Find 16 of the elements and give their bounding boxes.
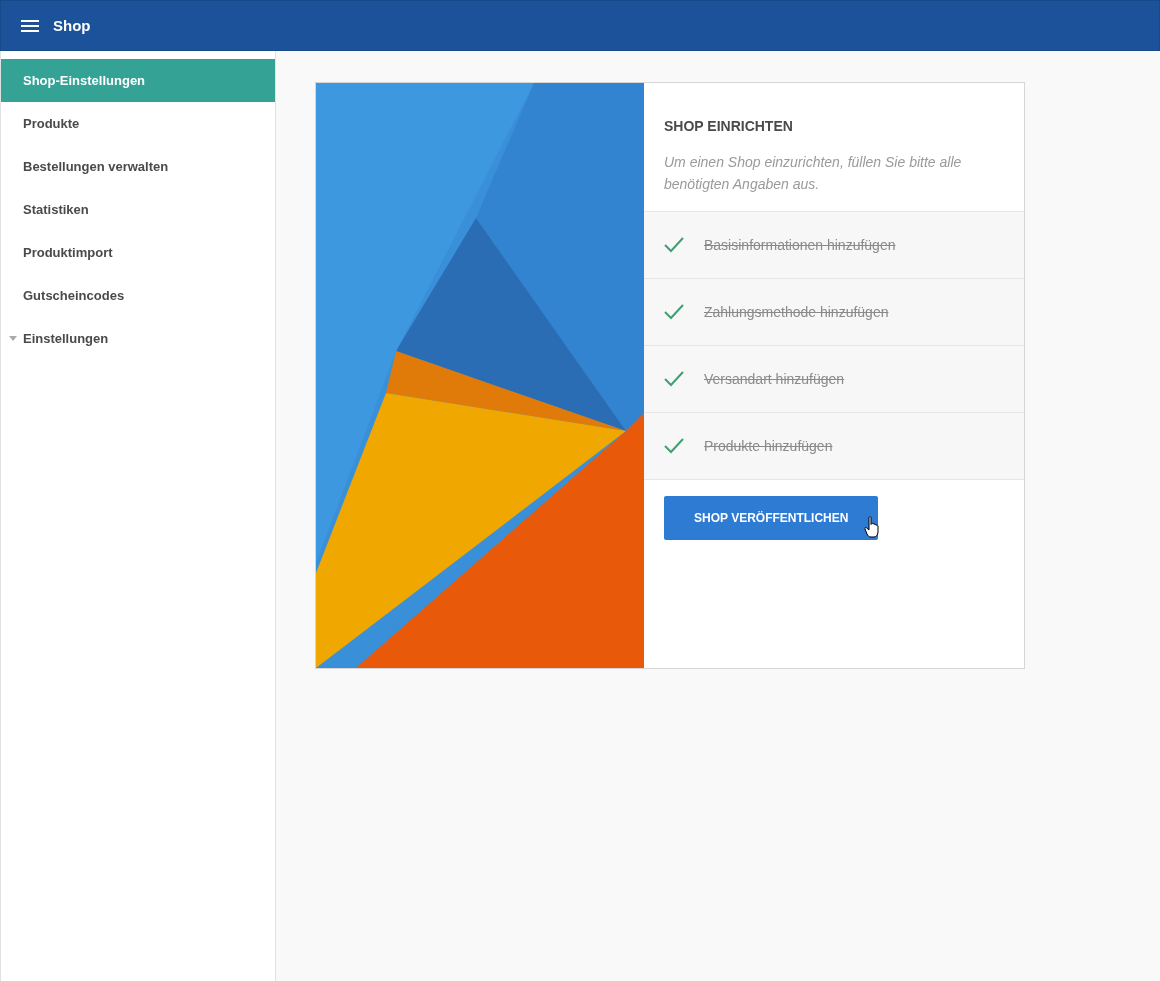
sidebar-item[interactable]: Einstellungen xyxy=(1,317,275,360)
menu-icon[interactable] xyxy=(21,18,39,33)
publish-button[interactable]: SHOP VERÖFFENTLICHEN xyxy=(664,496,879,540)
app-title: Shop xyxy=(53,17,91,34)
setup-step: Versandart hinzufügen xyxy=(704,371,845,387)
sidebar-item[interactable]: Bestellungen verwalten xyxy=(1,145,275,188)
sidebar-item[interactable]: Produkte xyxy=(1,102,275,145)
sidebar-item[interactable]: Produktimport xyxy=(1,231,275,274)
card-title: SHOP EINRICHTEN xyxy=(664,118,794,134)
card-description: Um einen Shop einzurichten, füllen Sie bitte alle benötigten Angaben aus. xyxy=(664,153,963,194)
setup-step: Zahlungsmethode hinzufügen xyxy=(704,304,889,320)
sidebar-item[interactable]: Statistiken xyxy=(1,188,275,231)
setup-step: Produkte hinzufügen xyxy=(704,438,833,454)
hand-pointer-icon xyxy=(864,516,881,538)
setup-step: Basisinformationen hinzufügen xyxy=(704,237,896,253)
sidebar-item[interactable]: Gutscheincodes xyxy=(1,274,275,317)
